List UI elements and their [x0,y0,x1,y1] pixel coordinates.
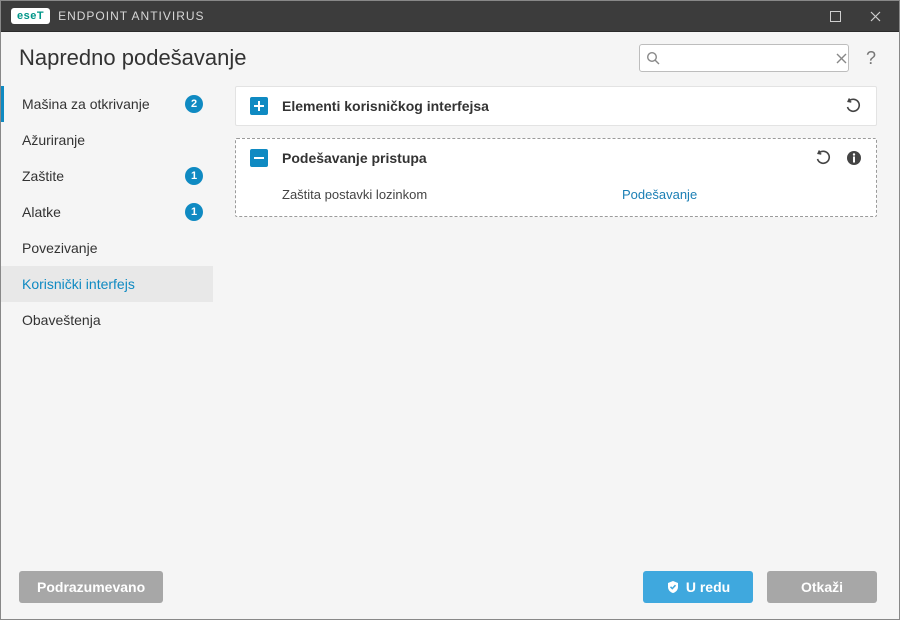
header-row: Napredno podešavanje ? [1,32,899,82]
search-input[interactable] [660,51,836,66]
collapse-toggle[interactable] [250,149,268,167]
section-ui-elements: Elementi korisničkog interfejsa [235,86,877,126]
minus-icon [253,152,265,164]
undo-icon [845,98,862,115]
sidebar-item-update[interactable]: Ažuriranje [1,122,213,158]
setting-row-password-protection: Zaštita postavki lozinkom Podešavanje [236,177,876,216]
undo-button[interactable] [845,98,862,115]
close-icon [870,11,881,22]
defaults-button[interactable]: Podrazumevano [19,571,163,603]
ok-button[interactable]: U redu [643,571,753,603]
footer: Podrazumevano U redu Otkaži [1,559,899,619]
section-title: Elementi korisničkog interfejsa [282,98,845,114]
sidebar-item-label: Mašina za otkrivanje [22,96,179,112]
sidebar-item-label: Zaštite [22,168,179,184]
sidebar-item-tools[interactable]: Alatke 1 [1,194,213,230]
badge-count: 1 [185,167,203,185]
sidebar-item-detection-engine[interactable]: Mašina za otkrivanje 2 [1,86,213,122]
ok-button-label: U redu [686,579,730,595]
info-icon [846,150,862,166]
sidebar-item-notifications[interactable]: Obaveštenja [1,302,213,338]
sidebar-item-label: Obaveštenja [22,312,203,328]
sidebar-item-label: Korisnički interfejs [22,276,203,292]
clear-search-button[interactable] [836,53,847,64]
plus-icon [253,100,265,112]
section-header[interactable]: Podešavanje pristupa [236,139,876,177]
shield-icon [666,580,680,594]
main-panel: Elementi korisničkog interfejsa Podešava… [213,82,899,559]
help-button[interactable]: ? [861,48,881,69]
sidebar-item-protections[interactable]: Zaštite 1 [1,158,213,194]
undo-button[interactable] [815,150,832,167]
titlebar: eseT ENDPOINT ANTIVIRUS [1,1,899,32]
body: Mašina za otkrivanje 2 Ažuriranje Zaštit… [1,82,899,559]
sidebar: Mašina za otkrivanje 2 Ažuriranje Zaštit… [1,82,213,559]
cancel-button[interactable]: Otkaži [767,571,877,603]
setting-link[interactable]: Podešavanje [622,187,697,202]
search-icon [646,51,660,65]
x-icon [836,53,847,64]
sidebar-item-connectivity[interactable]: Povezivanje [1,230,213,266]
info-button[interactable] [846,150,862,166]
search-field-wrap[interactable] [639,44,849,72]
section-access-setup: Podešavanje pristupa Zaštita postavki lo… [235,138,877,217]
expand-toggle[interactable] [250,97,268,115]
page-title: Napredno podešavanje [19,45,247,71]
sidebar-item-label: Povezivanje [22,240,203,256]
section-header[interactable]: Elementi korisničkog interfejsa [236,87,876,125]
badge-count: 1 [185,203,203,221]
undo-icon [815,150,832,167]
sidebar-item-user-interface[interactable]: Korisnički interfejs [1,266,213,302]
window-close-button[interactable] [855,1,895,32]
square-icon [830,11,841,22]
setting-label: Zaštita postavki lozinkom [282,187,622,202]
badge-count: 2 [185,95,203,113]
brand-badge: eseT [11,8,50,24]
sidebar-item-label: Ažuriranje [22,132,203,148]
product-name: ENDPOINT ANTIVIRUS [58,9,204,23]
window-maximize-button[interactable] [815,1,855,32]
section-title: Podešavanje pristupa [282,150,815,166]
sidebar-item-label: Alatke [22,204,179,220]
